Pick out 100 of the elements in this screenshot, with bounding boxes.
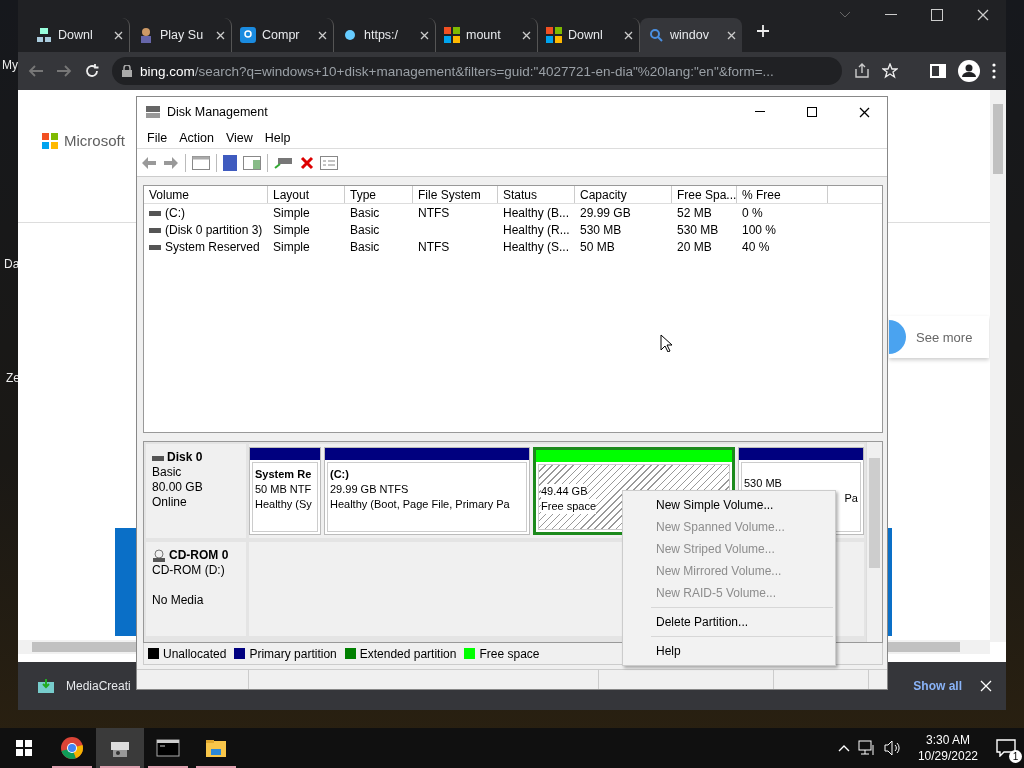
disk-info: Basic — [152, 465, 183, 480]
logo-text[interactable]: Microsoft — [64, 132, 125, 149]
disk-name[interactable]: Disk 0 — [152, 450, 240, 465]
table-cell: Simple — [273, 205, 310, 220]
disk-info: Online — [152, 495, 188, 510]
browser-tab[interactable]: windov — [640, 18, 742, 52]
desktop-icon-label[interactable]: My — [2, 58, 18, 72]
window-title: Disk Management — [167, 105, 269, 119]
table-cell: System Reserved — [165, 239, 260, 254]
cd-drive-icon — [152, 548, 166, 563]
see-more-label[interactable]: See more — [916, 329, 973, 345]
legend-label: Free space — [479, 646, 540, 661]
column-header[interactable]: Status — [498, 186, 575, 203]
minimize-icon[interactable] — [755, 111, 765, 113]
column-header[interactable]: Volume — [144, 186, 268, 203]
column-header[interactable]: % Free — [737, 186, 828, 203]
action-pane-icon[interactable] — [243, 155, 261, 170]
table-cell: (C:) — [165, 205, 185, 220]
network-icon[interactable] — [857, 740, 876, 756]
drive-icon — [149, 225, 161, 234]
chevron-down-icon[interactable] — [839, 11, 851, 19]
table-cell: Simple — [273, 222, 310, 237]
search-icon — [648, 27, 664, 43]
partition-status: Free space — [541, 499, 597, 514]
address-bar[interactable]: bing.com/search?q=windows+10+disk+management&filters=guid:"4027721-en-dia"%20lang:"en"&form=... — [112, 57, 842, 85]
desktop-icon-label[interactable]: Da — [4, 257, 20, 271]
network-icon — [36, 27, 52, 43]
legend-label: Unallocated — [163, 646, 227, 661]
forward-arrow-icon[interactable] — [163, 155, 179, 170]
table-cell: Basic — [350, 222, 380, 237]
notification-count: 1 — [1009, 750, 1022, 763]
context-menu-item[interactable]: Help — [623, 640, 835, 662]
reload-icon[interactable] — [84, 63, 100, 79]
scrollbar[interactable] — [990, 90, 1006, 642]
side-panel-icon[interactable] — [930, 64, 946, 78]
context-menu-item[interactable]: Delete Partition... — [623, 611, 835, 633]
console-tree-icon[interactable] — [192, 155, 210, 170]
menu-item[interactable]: Action — [173, 128, 220, 147]
scrollbar[interactable] — [866, 442, 882, 642]
partition-size: 49.44 GB — [541, 484, 588, 499]
column-header[interactable]: Capacity — [575, 186, 672, 203]
cursor-icon — [660, 334, 672, 352]
minimize-icon[interactable] — [885, 14, 897, 16]
volume-icon[interactable] — [883, 740, 902, 756]
forward-icon[interactable] — [56, 63, 72, 79]
partition-block[interactable]: System Re 50 MB NTF Healthy (Sy — [249, 447, 321, 535]
drive-icon — [149, 242, 161, 251]
disk-name[interactable]: CD-ROM 0 — [152, 548, 240, 563]
tab-close-icon[interactable] — [114, 30, 123, 40]
properties-icon[interactable] — [320, 155, 338, 170]
partition-status: Healthy (Sy — [255, 497, 312, 512]
delete-icon[interactable] — [300, 155, 314, 170]
tab-close-icon[interactable] — [216, 30, 225, 40]
partition-size: 530 MB — [744, 476, 782, 491]
tab-close-icon[interactable] — [624, 30, 633, 40]
menu-item[interactable]: View — [219, 128, 259, 147]
table-cell: 40 % — [742, 239, 770, 254]
maximize-icon[interactable] — [807, 107, 817, 117]
partition-name: (C:) — [330, 467, 349, 482]
column-header[interactable]: File System — [413, 186, 498, 203]
back-icon[interactable] — [28, 63, 44, 79]
table-cell: 530 MB — [677, 222, 719, 237]
chevron-up-icon[interactable] — [837, 744, 850, 752]
column-header[interactable]: Free Spa... — [672, 186, 737, 203]
table-cell: Basic — [350, 205, 380, 220]
partition-block[interactable]: (C:) 29.99 GB NTFS Healthy (Boot, Page File, Primary Pa — [324, 447, 530, 535]
context-menu-item[interactable]: New Simple Volume... — [623, 494, 835, 516]
table-cell: 100 % — [742, 222, 777, 237]
tab-close-icon[interactable] — [420, 30, 429, 40]
table-cell: 29.99 GB — [580, 205, 631, 220]
clock[interactable]: 3:30 AM 10/29/2022 — [917, 732, 978, 764]
new-tab-icon[interactable] — [756, 24, 770, 38]
drive-icon — [149, 208, 161, 217]
share-icon[interactable] — [854, 63, 870, 79]
more-icon[interactable] — [992, 63, 996, 79]
see-more-card[interactable]: See more — [889, 316, 989, 358]
star-icon[interactable] — [882, 63, 898, 79]
profile-icon[interactable] — [958, 60, 980, 82]
tab-close-icon[interactable] — [318, 30, 327, 40]
pin-icon — [240, 27, 256, 43]
table-cell: 50 MB — [580, 239, 615, 254]
help-icon[interactable] — [223, 154, 237, 171]
chrome-icon[interactable] — [60, 736, 84, 760]
close-icon[interactable] — [858, 106, 870, 118]
start-icon[interactable] — [16, 740, 32, 756]
back-arrow-icon[interactable] — [141, 155, 157, 170]
terminal-icon[interactable] — [156, 736, 180, 760]
download-file-name[interactable]: MediaCreati — [66, 679, 131, 693]
menu-item[interactable]: File — [141, 128, 174, 147]
menu-item[interactable]: Help — [258, 128, 297, 147]
column-header[interactable]: Type — [345, 186, 413, 203]
partition-bar — [250, 448, 320, 460]
disk-info: CD-ROM (D:) — [152, 563, 226, 578]
table-cell: Healthy (R... — [503, 222, 570, 237]
column-header[interactable]: Layout — [268, 186, 345, 203]
partition-status: Healthy (Boot, Page File, Primary Pa — [330, 497, 510, 512]
disk-management-icon — [145, 105, 161, 119]
tab-close-icon[interactable] — [727, 30, 736, 40]
show-all-link[interactable]: Show all — [901, 673, 974, 699]
tab-close-icon[interactable] — [522, 30, 531, 40]
